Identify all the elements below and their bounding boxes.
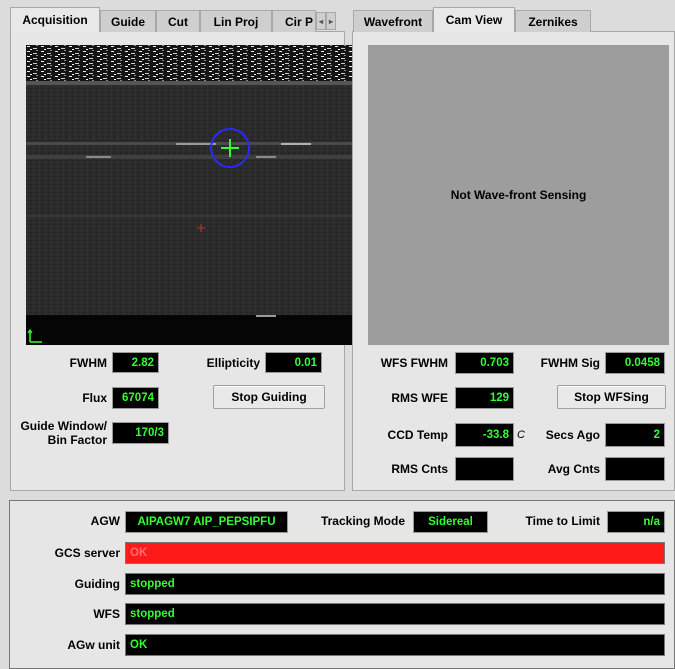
- secs-ago-label: Secs Ago: [545, 428, 600, 442]
- secs-ago-value: 2: [605, 423, 665, 447]
- agw-value: AIPAGW7 AIP_PEPSIPFU: [125, 511, 288, 533]
- fwhm-sig-label: FWHM Sig: [540, 356, 600, 370]
- tab-guide[interactable]: Guide: [100, 10, 156, 32]
- tab-wavefront[interactable]: Wavefront: [353, 10, 433, 32]
- fwhm-label: FWHM: [69, 356, 107, 370]
- wfs-status: stopped: [125, 603, 665, 625]
- tab-cir-proj[interactable]: Cir P: [272, 10, 316, 32]
- guide-window-label-line1: Guide Window/: [20, 419, 107, 433]
- time-to-limit-value: n/a: [607, 511, 665, 533]
- rms-wfe-label: RMS WFE: [391, 391, 448, 405]
- gcs-server-status: OK: [125, 542, 665, 564]
- tab-cut[interactable]: Cut: [156, 10, 200, 32]
- reference-marker-icon: [197, 224, 205, 232]
- camera-frame: [26, 45, 355, 345]
- agw-unit-status: OK: [125, 634, 665, 656]
- ellipticity-value: 0.01: [265, 352, 322, 373]
- guide-crosshair-icon: [221, 139, 239, 157]
- acquisition-camera-image[interactable]: [26, 45, 355, 345]
- guiding-status: stopped: [125, 573, 665, 595]
- agw-unit-label: AGw unit: [67, 638, 120, 652]
- rms-cnts-value: [455, 457, 514, 481]
- not-sensing-message: Not Wave-front Sensing: [450, 188, 587, 202]
- ccd-temp-value: -33.8: [455, 423, 514, 447]
- flux-value: 67074: [112, 387, 159, 409]
- fwhm-sig-value: 0.0458: [605, 352, 665, 374]
- tab-scroll-right-button[interactable]: ▸: [326, 12, 336, 30]
- avg-cnts-value: [605, 457, 665, 481]
- ccd-temp-label: CCD Temp: [387, 428, 448, 442]
- guide-window-value: 170/3: [112, 422, 169, 444]
- tab-lin-proj[interactable]: Lin Proj: [200, 10, 272, 32]
- tab-acquisition[interactable]: Acquisition: [10, 7, 100, 32]
- tab-scroll-left-button[interactable]: ◂: [316, 12, 326, 30]
- guide-window-label: Guide Window/ Bin Factor: [12, 419, 107, 447]
- flux-label: Flux: [82, 391, 107, 405]
- time-to-limit-label: Time to Limit: [525, 514, 600, 528]
- avg-cnts-label: Avg Cnts: [547, 462, 600, 476]
- rms-wfe-value: 129: [455, 387, 514, 409]
- gcs-server-label: GCS server: [54, 546, 120, 560]
- agw-label: AGW: [90, 514, 120, 528]
- wfs-fwhm-value: 0.703: [455, 352, 514, 374]
- ccd-temp-unit: C: [517, 429, 525, 441]
- tracking-mode-value: Sidereal: [413, 511, 488, 533]
- ellipticity-label: Ellipticity: [206, 356, 260, 370]
- tracking-mode-label: Tracking Mode: [320, 514, 405, 528]
- guide-window-label-line2: Bin Factor: [47, 433, 107, 447]
- fwhm-value: 2.82: [112, 352, 159, 373]
- stop-guiding-button[interactable]: Stop Guiding: [213, 385, 325, 409]
- wfs-fwhm-label: WFS FWHM: [380, 356, 448, 370]
- wfs-label: WFS: [93, 607, 120, 621]
- tab-cam-view[interactable]: Cam View: [433, 7, 515, 32]
- guiding-label: Guiding: [74, 577, 120, 591]
- stop-wfsing-button[interactable]: Stop WFSing: [557, 385, 666, 409]
- orientation-axes-icon: [27, 328, 42, 343]
- tab-zernikes[interactable]: Zernikes: [515, 10, 591, 32]
- wavefront-camera-view: Not Wave-front Sensing: [368, 45, 669, 345]
- rms-cnts-label: RMS Cnts: [391, 462, 448, 476]
